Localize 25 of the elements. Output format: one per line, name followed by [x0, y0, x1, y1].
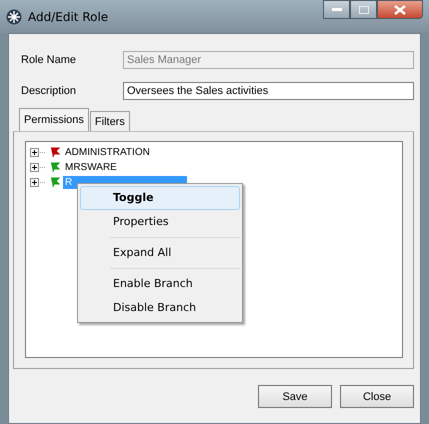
- expand-icon[interactable]: [30, 178, 47, 187]
- close-icon: [394, 4, 406, 14]
- field-label: Description: [21, 84, 78, 96]
- minimize-icon: [332, 8, 342, 12]
- dialog-button[interactable]: Save: [258, 385, 332, 408]
- menu-item[interactable]: Expand All: [80, 241, 240, 265]
- tab[interactable]: Filters: [90, 111, 130, 131]
- field-label: Role Name: [21, 54, 78, 66]
- maximize-button[interactable]: [350, 0, 377, 19]
- input-field[interactable]: Oversees the Sales activities: [123, 82, 414, 100]
- window-title: Add/Edit Role: [28, 10, 108, 24]
- close-button[interactable]: [377, 0, 423, 19]
- app-icon: [6, 8, 22, 24]
- expand-icon[interactable]: [30, 148, 47, 157]
- menu-item[interactable]: Toggle: [80, 186, 240, 210]
- dialog-button[interactable]: Close: [340, 385, 414, 408]
- expand-icon[interactable]: [30, 163, 47, 172]
- maximize-icon: [358, 6, 368, 14]
- minimize-button[interactable]: [323, 0, 350, 19]
- tree-item[interactable]: ADMINISTRATION: [63, 146, 152, 159]
- tab[interactable]: Permissions: [19, 108, 89, 131]
- menu-item[interactable]: Enable Branch: [80, 272, 240, 296]
- menu-item[interactable]: Properties: [80, 210, 240, 234]
- tree-item[interactable]: MRSWARE: [63, 161, 119, 174]
- menu-item[interactable]: Disable Branch: [80, 296, 240, 320]
